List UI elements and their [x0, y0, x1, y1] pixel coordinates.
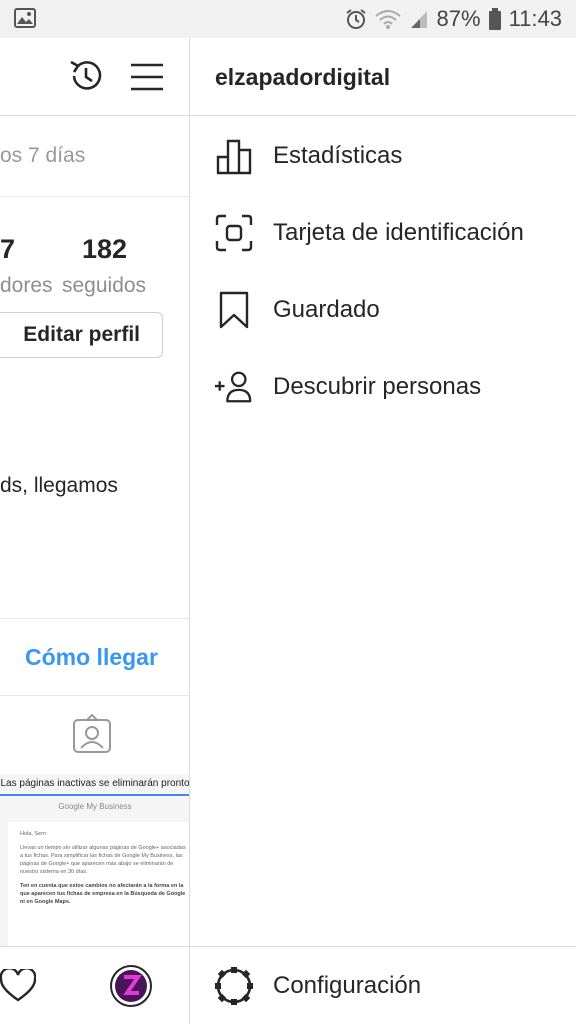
divider: [0, 196, 189, 197]
post-thumbnail[interactable]: Las páginas inactivas se eliminarán pron…: [0, 774, 190, 946]
following-label[interactable]: seguidos: [62, 274, 146, 298]
nametag-scan-icon: [214, 213, 254, 253]
followers-count[interactable]: 7: [0, 234, 15, 265]
menu-item-label: Tarjeta de identificación: [273, 219, 524, 246]
post-title-underline: [0, 794, 189, 796]
side-drawer: elzapadordigital Estadísticas Tarjeta de…: [190, 38, 576, 1024]
clock: 11:43: [508, 6, 562, 31]
profile-header: [0, 38, 189, 116]
divider: [0, 695, 189, 696]
wifi-icon: [374, 9, 401, 29]
status-bar: 87% 11:43: [0, 0, 576, 38]
drawer-header: elzapadordigital: [190, 38, 576, 116]
drawer-footer: Configuración: [190, 946, 576, 1024]
post-title: Las páginas inactivas se eliminarán pron…: [0, 778, 190, 789]
divider: [0, 618, 189, 619]
post-note: Ten en cuenta que estos cambios no afect…: [20, 883, 186, 905]
post-email-card: Hola, Sem: Llevas un tiempo sin utilizar…: [8, 822, 189, 946]
directions-button[interactable]: Cómo llegar: [25, 644, 158, 671]
bookmark-icon: [214, 290, 254, 330]
menu-item-nametag[interactable]: Tarjeta de identificación: [190, 201, 576, 265]
profile-avatar[interactable]: [110, 965, 152, 1012]
menu-item-label: Configuración: [273, 972, 422, 999]
menu-item-label: Guardado: [273, 296, 380, 323]
signal-icon: [409, 9, 429, 29]
edit-profile-button[interactable]: Editar perfil: [0, 312, 163, 358]
image-notification-icon: [14, 8, 36, 33]
menu-item-saved[interactable]: Guardado: [190, 278, 576, 342]
menu-item-settings[interactable]: Configuración: [190, 954, 576, 1018]
history-icon[interactable]: [66, 56, 106, 101]
post-body: Llevas un tiempo sin utilizar algunas pá…: [20, 845, 186, 875]
profile-bio: ds, llegamos: [0, 474, 118, 497]
menu-item-label: Descubrir personas: [273, 373, 482, 400]
weekly-activity-text: os 7 días: [0, 144, 86, 167]
battery-icon: [488, 8, 501, 30]
menu-item-discover-people[interactable]: Descubrir personas: [190, 355, 576, 419]
post-brand: Google My Business: [58, 802, 132, 811]
settings-gear-icon: [214, 966, 254, 1006]
bar-chart-icon: [214, 136, 254, 176]
alarm-icon: [345, 8, 367, 30]
profile-background: os 7 días 7 dores 182 seguidos Editar pe…: [0, 38, 190, 1024]
drawer-username: elzapadordigital: [215, 64, 391, 90]
tagged-person-icon[interactable]: [72, 713, 112, 759]
battery-percent: 87%: [436, 6, 481, 31]
bottom-nav: [0, 946, 189, 1024]
heart-icon[interactable]: [0, 967, 37, 1008]
post-greeting: Hola, Sem:: [20, 831, 48, 837]
following-count[interactable]: 182: [82, 234, 127, 265]
hamburger-menu-icon[interactable]: [130, 60, 164, 99]
menu-item-label: Estadísticas: [273, 142, 403, 169]
followers-label[interactable]: dores: [0, 274, 53, 298]
add-person-icon: [214, 367, 254, 407]
menu-item-insights[interactable]: Estadísticas: [190, 124, 576, 188]
